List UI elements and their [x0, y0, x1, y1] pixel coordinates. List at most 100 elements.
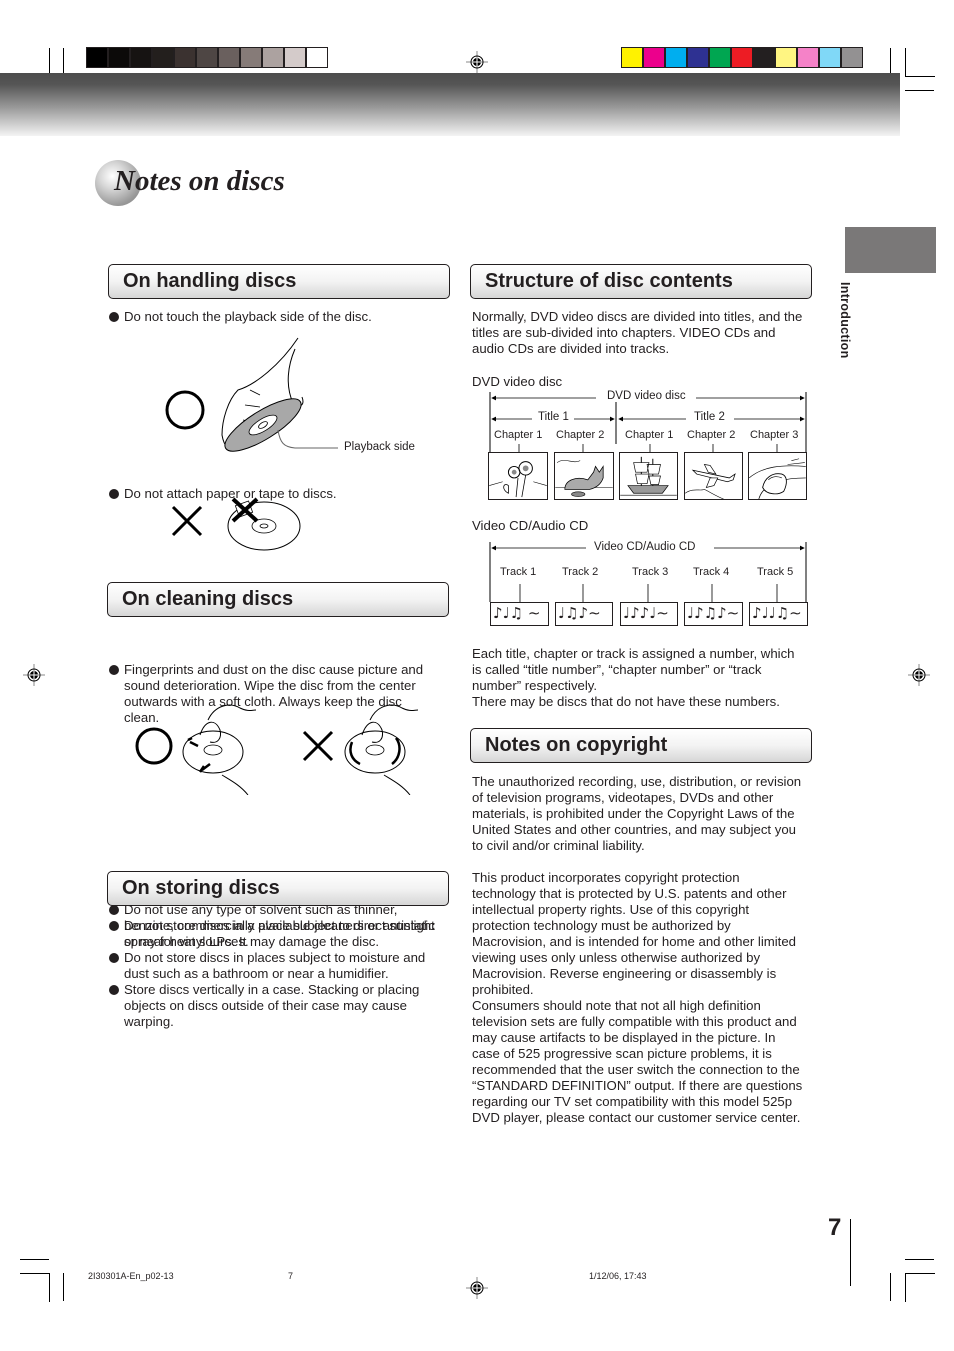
- section-title-cleaning: On cleaning discs: [122, 588, 294, 610]
- text-line: materials, is prohibited under the Copyr…: [472, 806, 795, 821]
- text-line: prohibited.: [472, 982, 534, 997]
- track-box: ♩♪♪♩∼: [620, 602, 678, 626]
- text-line: technology that is protected by U.S. pat…: [472, 886, 787, 901]
- color-swatch: [87, 48, 109, 67]
- text-line: Each title, chapter or track is assigned…: [472, 646, 795, 661]
- section-header-structure: Structure of disc contents: [470, 264, 812, 299]
- music-notes-icon: ♪♩♫ ∼: [493, 604, 541, 622]
- music-notes-icon: ♪♩♩♫∼: [752, 604, 802, 622]
- color-swatch: [732, 48, 754, 67]
- color-swatch: [131, 48, 153, 67]
- section-header-cleaning: On cleaning discs: [107, 582, 449, 617]
- color-swatch: [263, 48, 285, 67]
- process-color-bar: [621, 47, 863, 68]
- handling-bullet-1: Do not touch the playback side of the di…: [108, 309, 466, 325]
- color-swatch: [644, 48, 666, 67]
- text-line: Consumers should note that not all high …: [472, 998, 761, 1013]
- footer-file-name: 2I30301A-En_p02-13: [88, 1271, 174, 1281]
- numbering-note: Each title, chapter or track is assigned…: [472, 646, 817, 710]
- section-title-handling: On handling discs: [123, 270, 297, 292]
- structure-intro: Normally, DVD video discs are divided in…: [472, 309, 817, 357]
- music-notes-icon: ♩♪♫♪∼: [687, 604, 740, 622]
- text-line: Store discs vertically in a case. Stacki…: [124, 982, 420, 997]
- section-title-copyright: Notes on copyright: [485, 734, 668, 756]
- page-number-rule: [850, 1219, 851, 1286]
- text-line: Normally, DVD video discs are divided in…: [472, 309, 803, 324]
- text-line: titles are sub-divided into chapters. VI…: [472, 325, 776, 340]
- text-line: of television programs, videotapes, DVDs…: [472, 790, 774, 805]
- header-gradient-band: [0, 73, 900, 136]
- section-title-storing: On storing discs: [122, 877, 280, 899]
- page-number: 7: [828, 1214, 842, 1241]
- color-swatch: [754, 48, 776, 67]
- correct-circle-icon: [165, 390, 205, 430]
- section-header-copyright: Notes on copyright: [470, 728, 812, 763]
- color-swatch: [197, 48, 219, 67]
- color-swatch: [710, 48, 732, 67]
- track-label: Track 5: [757, 566, 794, 578]
- track-box: ♪♩♫ ∼: [490, 602, 549, 626]
- chapter-picture-cat: [554, 452, 614, 500]
- chapter-label: Chapter 2: [556, 429, 605, 441]
- section-header-storing: On storing discs: [107, 871, 449, 906]
- track-box: ♩♫♪∼: [555, 602, 613, 626]
- text-line: recommended that the user switch the con…: [472, 1062, 800, 1077]
- section-title-structure: Structure of disc contents: [485, 270, 733, 292]
- track-label: Track 3: [632, 566, 669, 578]
- section-tab-marker: [845, 227, 936, 273]
- incorrect-x-icon: [302, 730, 334, 762]
- track-box: ♪♩♩♫∼: [749, 602, 808, 626]
- crop-mark-top-right-h: [905, 90, 934, 91]
- text-line: This product incorporates copyright prot…: [472, 870, 740, 885]
- track-label: Track 4: [693, 566, 730, 578]
- track-box: ♩♪♫♪∼: [684, 602, 743, 626]
- registration-mark-bottom-icon: [466, 1277, 488, 1299]
- dvd-diagram-caption: DVD video disc: [472, 374, 563, 389]
- storing-bullet-list: Do not store discs in a place subject to…: [108, 918, 450, 1030]
- storing-bullet-3: Store discs vertically in a case. Stacki…: [108, 982, 450, 1030]
- storing-bullet-1: Do not store discs in a place subject to…: [108, 918, 450, 950]
- music-notes-icon: ♩♪♪♩∼: [623, 604, 669, 622]
- gray-color-bar: [86, 47, 328, 68]
- text-line: case of 525 progressive scan picture pro…: [472, 1046, 772, 1061]
- dvd-span-label: DVD video disc: [605, 390, 688, 402]
- text-line: sound deterioration. Wipe the disc from …: [124, 678, 416, 693]
- playback-side-label: Playback side: [344, 441, 415, 453]
- crop-mark-bottom-left-v: [63, 1273, 64, 1301]
- text-line: or near heat sources.: [124, 934, 249, 949]
- chapter-label: Chapter 3: [750, 429, 799, 441]
- color-swatch: [175, 48, 197, 67]
- color-swatch: [798, 48, 820, 67]
- crop-mark-bottom-right-v: [890, 1273, 891, 1301]
- color-swatch: [241, 48, 263, 67]
- crop-mark-bottom-right-h: [905, 1259, 934, 1260]
- storing-bullet-2: Do not store discs in places subject to …: [108, 950, 450, 982]
- footer-file-page: 7: [288, 1271, 294, 1281]
- text-line: DVD player, please contact our customer …: [472, 1110, 801, 1125]
- crop-mark-bottom-right: [905, 1273, 935, 1302]
- track-label: Track 1: [500, 566, 537, 578]
- text-line: United States and other countries, and m…: [472, 822, 797, 837]
- text-line: television sets are fully compatible wit…: [472, 1014, 797, 1029]
- crop-mark-bottom-left-h: [20, 1259, 49, 1260]
- text-line: protection technology must be authorized…: [472, 918, 731, 933]
- color-swatch: [153, 48, 175, 67]
- crop-mark-top-right-v: [890, 48, 891, 76]
- text-line: dust such as a bathroom or near a humidi…: [124, 966, 389, 981]
- chapter-picture-sunflowers: [488, 452, 548, 500]
- text-line: The unauthorized recording, use, distrib…: [472, 774, 802, 789]
- title-2-label: Title 2: [692, 411, 727, 423]
- correct-handling-illustration: [165, 337, 338, 452]
- text-line: “STANDARD DEFINITION” output. If there a…: [472, 1078, 803, 1093]
- chapter-label: Chapter 1: [494, 429, 543, 441]
- text-line: may cause artifacts to be displayed in t…: [472, 1030, 776, 1045]
- color-swatch: [776, 48, 798, 67]
- color-swatch: [666, 48, 688, 67]
- cd-span-label: Video CD/Audio CD: [592, 541, 698, 553]
- music-notes-icon: ♩♫♪∼: [558, 604, 601, 622]
- registration-mark-right-icon: [908, 664, 930, 686]
- text-line: to civil and/or criminal liability.: [472, 838, 645, 853]
- text-line: viewing uses only unless otherwise autho…: [472, 950, 761, 965]
- page-title: Notes on discs: [114, 165, 285, 197]
- crop-mark-bottom-left: [20, 1273, 50, 1302]
